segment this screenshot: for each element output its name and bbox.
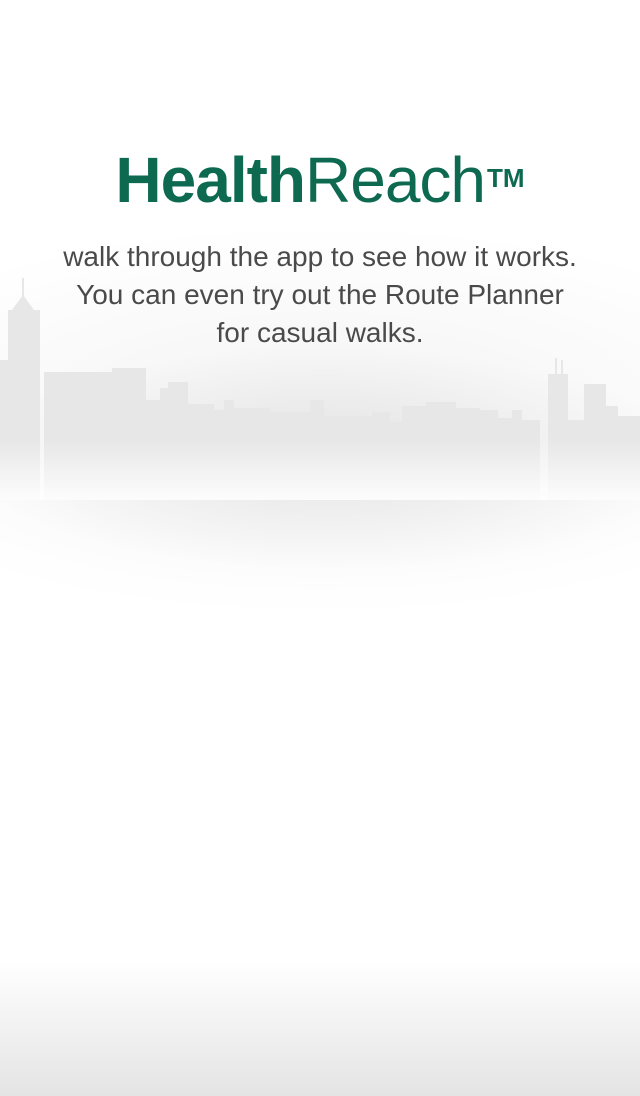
trademark-symbol: TM xyxy=(487,163,525,193)
intro-text: walk through the app to see how it works… xyxy=(63,241,577,348)
splash-screen: HealthReachTM walk through the app to se… xyxy=(0,0,640,1096)
logo-health-text: Health xyxy=(115,144,306,216)
bottom-gradient xyxy=(0,960,640,1096)
logo-reach-text: Reach xyxy=(305,144,486,216)
healthreach-logo: HealthReachTM xyxy=(0,142,640,218)
